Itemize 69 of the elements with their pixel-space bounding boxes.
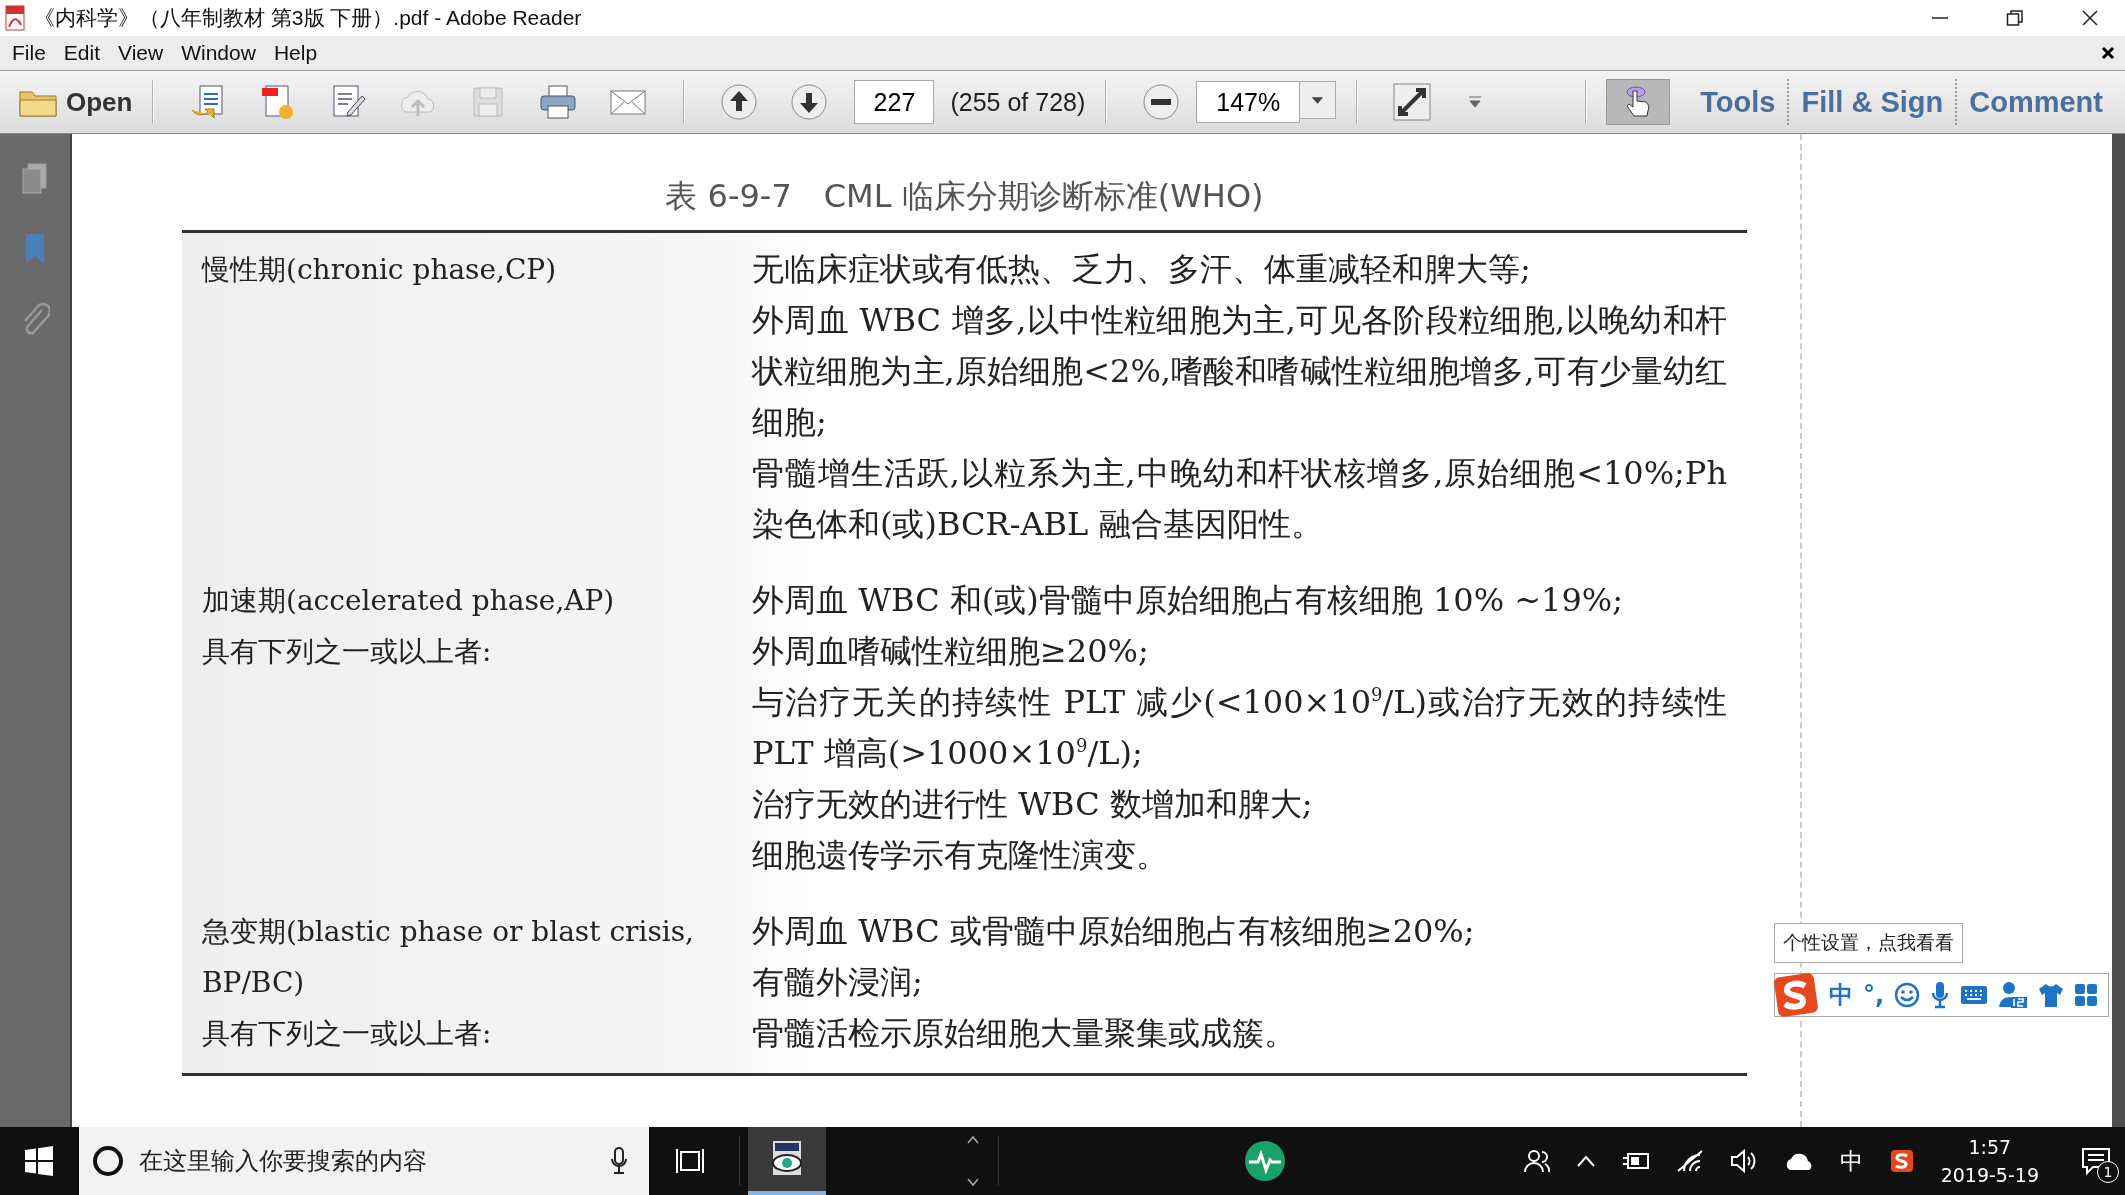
dropdown-caret-icon[interactable] <box>1300 81 1337 119</box>
stage-label: 加速期(accelerated phase,AP) <box>202 583 616 619</box>
windows-logo-icon[interactable] <box>24 1146 54 1176</box>
open-button[interactable]: Open <box>18 86 133 118</box>
battery-plug-icon[interactable] <box>1621 1150 1650 1172</box>
page-number-field[interactable]: 227 <box>854 80 935 124</box>
notification-count-badge: 1 <box>2097 1161 2119 1183</box>
page-count: (255 of 728) <box>950 87 1086 117</box>
people-icon[interactable] <box>1523 1148 1550 1174</box>
stage-label: BP/BC) <box>202 965 306 1001</box>
stage-label: 慢性期(chronic phase,CP) <box>202 252 558 288</box>
keyboard-icon[interactable] <box>1960 984 1989 1006</box>
stage-label: 具有下列之一或以上者: <box>202 634 493 670</box>
microphone-icon <box>609 1146 629 1176</box>
window-title: 《内科学》（八年制教材 第3版 下册）.pdf - Adobe Reader <box>34 5 582 31</box>
printer-icon[interactable] <box>538 82 579 122</box>
criteria-text: 外周血 WBC 和(或)骨髓中原始细胞占有核细胞 10% ~19%; <box>752 580 1624 621</box>
table-title: 表 6-9-7 CML 临床分期诊断标准(WHO) <box>664 176 1265 217</box>
hand-tool-button[interactable] <box>1606 79 1671 125</box>
pdf-file-icon <box>4 5 26 31</box>
cortana-circle-icon <box>91 1144 125 1178</box>
criteria-text: 有髓外浸润; <box>752 962 924 1003</box>
search-field[interactable]: 在这里输入你要搜索的内容 <box>137 1146 597 1176</box>
stage-label: 急变期(blastic phase or blast crisis, <box>202 914 695 950</box>
menu-item[interactable]: Edit <box>54 41 110 65</box>
criteria-text: 骨髓活检示原始细胞大量聚集或成簇。 <box>752 1013 1297 1054</box>
s-logo-icon[interactable] <box>1888 1148 1915 1174</box>
criteria-text: 骨髓增生活跃,以粒系为主,中晚幼和杆状核增多,原始细胞<10%;Ph 染色体和(或)BCR-ABL 融合基因阳性。 <box>752 453 1727 545</box>
menu-item[interactable]: File <box>12 41 55 65</box>
tooltip: 个性设置，点我看看 <box>1774 923 1963 963</box>
taskbar-app-button[interactable] <box>748 1127 826 1195</box>
criteria-text: 治疗无效的进行性 WBC 数增加和脾大; <box>752 784 1314 825</box>
menu-item[interactable]: Help <box>264 41 327 65</box>
zoom-field[interactable]: 147% <box>1196 81 1301 123</box>
pulse-circle-icon[interactable] <box>1243 1139 1288 1183</box>
input-language-indicator[interactable]: 中 <box>1839 1145 1863 1177</box>
panel-tab[interactable]: Comment <box>1957 85 2115 119</box>
notification-icon[interactable] <box>2081 1147 2111 1175</box>
criteria-text: 外周血嗜碱性粒细胞≥20%; <box>752 631 1150 672</box>
menu-item[interactable]: View <box>109 41 173 65</box>
criteria-text: 外周血 WBC 增多,以中性粒细胞为主,可见各阶段粒细胞,以晚幼和杆状粒细胞为主,原始细胞<2%,嗜酸和嗜碱性粒细胞增多,可有少量幼红细胞; <box>752 300 1727 443</box>
speaker-icon[interactable] <box>1729 1149 1758 1173</box>
stage-label: 具有下列之一或以上者: <box>202 1016 493 1052</box>
dropdown-caret-icon[interactable] <box>1467 95 1484 109</box>
criteria-text: 细胞遗传学示有克隆性演变。 <box>752 835 1169 876</box>
close-icon[interactable] <box>2081 9 2099 27</box>
criteria-text: 外周血 WBC 或骨髓中原始细胞占有核细胞≥20%; <box>752 911 1476 952</box>
grid-icon[interactable] <box>2074 983 2099 1007</box>
close-icon[interactable] <box>2101 46 2115 60</box>
wifi-icon[interactable] <box>1675 1149 1704 1173</box>
microphone-icon[interactable] <box>1930 981 1951 1009</box>
criteria-text: 无临床症状或有低热、乏力、多汗、体重减轻和脾大等; <box>752 249 1532 290</box>
smiley-icon[interactable] <box>1894 982 1921 1008</box>
search-box[interactable]: 在这里输入你要搜索的内容 <box>79 1127 649 1195</box>
panel-tab[interactable]: Tools <box>1688 85 1788 119</box>
shirt-icon[interactable] <box>2038 982 2065 1008</box>
restore-icon[interactable] <box>2006 9 2024 27</box>
task-view-icon[interactable] <box>675 1146 705 1176</box>
criteria-text: 与治疗无关的持续性 PLT 减少(<100×10$^{9}$/L)或治疗无效的持续性 PLT 增高(>1000×10$^{9}$/L); <box>752 682 1727 774</box>
punctuation-toggle[interactable]: °, <box>1863 981 1885 1009</box>
clock-time[interactable]: 1:57 <box>1968 1133 2012 1161</box>
user-badge-icon[interactable] <box>1998 981 2029 1009</box>
clock-date[interactable]: 2019-5-19 <box>1940 1161 2039 1189</box>
menu-item[interactable]: Window <box>172 41 265 65</box>
expand-arrows-icon[interactable] <box>1392 82 1433 122</box>
chevron-up-icon[interactable] <box>1575 1154 1596 1168</box>
input-mode-toggle[interactable]: 中 <box>1829 979 1853 1011</box>
zoom-out-icon[interactable] <box>1141 82 1182 122</box>
panel-tab[interactable]: Fill & Sign <box>1789 85 1956 119</box>
